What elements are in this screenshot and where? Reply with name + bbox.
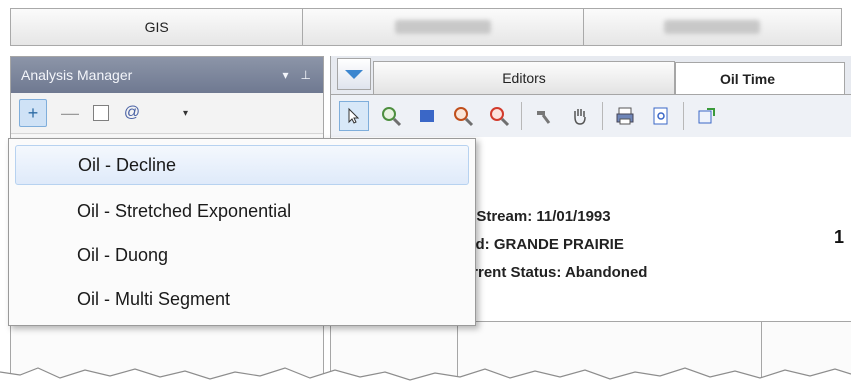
at-button[interactable]: @ — [119, 100, 145, 126]
plus-icon: + — [27, 102, 39, 123]
redacted-label — [394, 20, 491, 34]
zoom-out-icon[interactable] — [449, 102, 477, 130]
pan-hand-icon[interactable] — [566, 102, 594, 130]
zoom-in-icon[interactable] — [377, 102, 405, 130]
analysis-type-menu: Oil - Decline Oil - Stretched Exponentia… — [8, 138, 476, 326]
toolbar-separator — [602, 102, 603, 130]
print-icon[interactable] — [611, 102, 639, 130]
top-tab-bar: GIS — [10, 8, 842, 46]
redacted-label — [664, 20, 761, 34]
toolbar-separator — [521, 102, 522, 130]
toolbar-separator — [683, 102, 684, 130]
menu-item-oil-multi-segment[interactable]: Oil - Multi Segment — [15, 279, 469, 319]
zoom-reset-icon[interactable] — [485, 102, 513, 130]
well-info: n Stream: 11/01/1993 eld: GRANDE PRAIRIE… — [463, 203, 647, 287]
torn-edge — [0, 367, 851, 392]
screenshot-stage: GIS Analysis Manager ▾ ⊥ + — @ ▾ Editors… — [0, 0, 851, 392]
menu-item-label: Oil - Stretched Exponential — [77, 200, 292, 221]
editor-toolbar — [331, 95, 851, 138]
panel-header: Analysis Manager ▾ ⊥ — [11, 57, 323, 93]
rectangle-select-icon[interactable] — [413, 102, 441, 130]
remove-analysis-button[interactable]: — — [57, 100, 83, 126]
panel-controls: ▾ ⊥ — [283, 68, 311, 82]
current-status: urrent Status: Abandoned — [463, 264, 648, 281]
tab-redacted-2[interactable] — [584, 9, 841, 45]
tab-oil-time[interactable]: Oil Time — [675, 62, 845, 94]
tab-editors-label: Editors — [502, 70, 546, 86]
select-checkbox[interactable] — [93, 105, 109, 121]
menu-item-oil-stretched-exponential[interactable]: Oil - Stretched Exponential — [15, 191, 469, 231]
editor-tab-strip: Editors Oil Time — [331, 56, 851, 95]
pointer-icon[interactable] — [339, 101, 369, 131]
tab-editors[interactable]: Editors — [373, 61, 675, 94]
field-name: eld: GRANDE PRAIRIE — [463, 236, 624, 253]
add-analysis-button[interactable]: + — [19, 99, 47, 127]
panel-title: Analysis Manager — [21, 67, 133, 83]
tab-list-dropdown[interactable] — [337, 58, 371, 90]
hammer-icon[interactable] — [530, 102, 558, 130]
pin-icon[interactable]: ⊥ — [301, 68, 311, 82]
tab-redacted-1[interactable] — [303, 9, 584, 45]
partial-value: 1 — [833, 227, 844, 247]
at-icon: @ — [123, 104, 141, 121]
tab-gis-label: GIS — [144, 19, 169, 35]
minus-icon: — — [61, 102, 79, 123]
export-icon[interactable] — [692, 102, 720, 130]
panel-menu-icon[interactable]: ▾ — [283, 68, 289, 82]
menu-item-label: Oil - Duong — [77, 244, 169, 265]
chevron-down-icon — [345, 69, 363, 79]
toolbar-dropdown-icon[interactable]: ▾ — [183, 108, 188, 119]
tab-gis[interactable]: GIS — [11, 9, 304, 45]
menu-item-oil-duong[interactable]: Oil - Duong — [15, 235, 469, 275]
menu-item-oil-decline[interactable]: Oil - Decline — [15, 145, 469, 185]
print-preview-icon[interactable] — [647, 102, 675, 130]
panel-toolbar: + — @ ▾ — [11, 93, 323, 134]
tab-oil-time-label: Oil Time — [720, 70, 775, 87]
menu-item-label: Oil - Decline — [78, 154, 177, 175]
on-stream-date: n Stream: 11/01/1993 — [463, 208, 611, 225]
menu-item-label: Oil - Multi Segment — [77, 288, 231, 309]
